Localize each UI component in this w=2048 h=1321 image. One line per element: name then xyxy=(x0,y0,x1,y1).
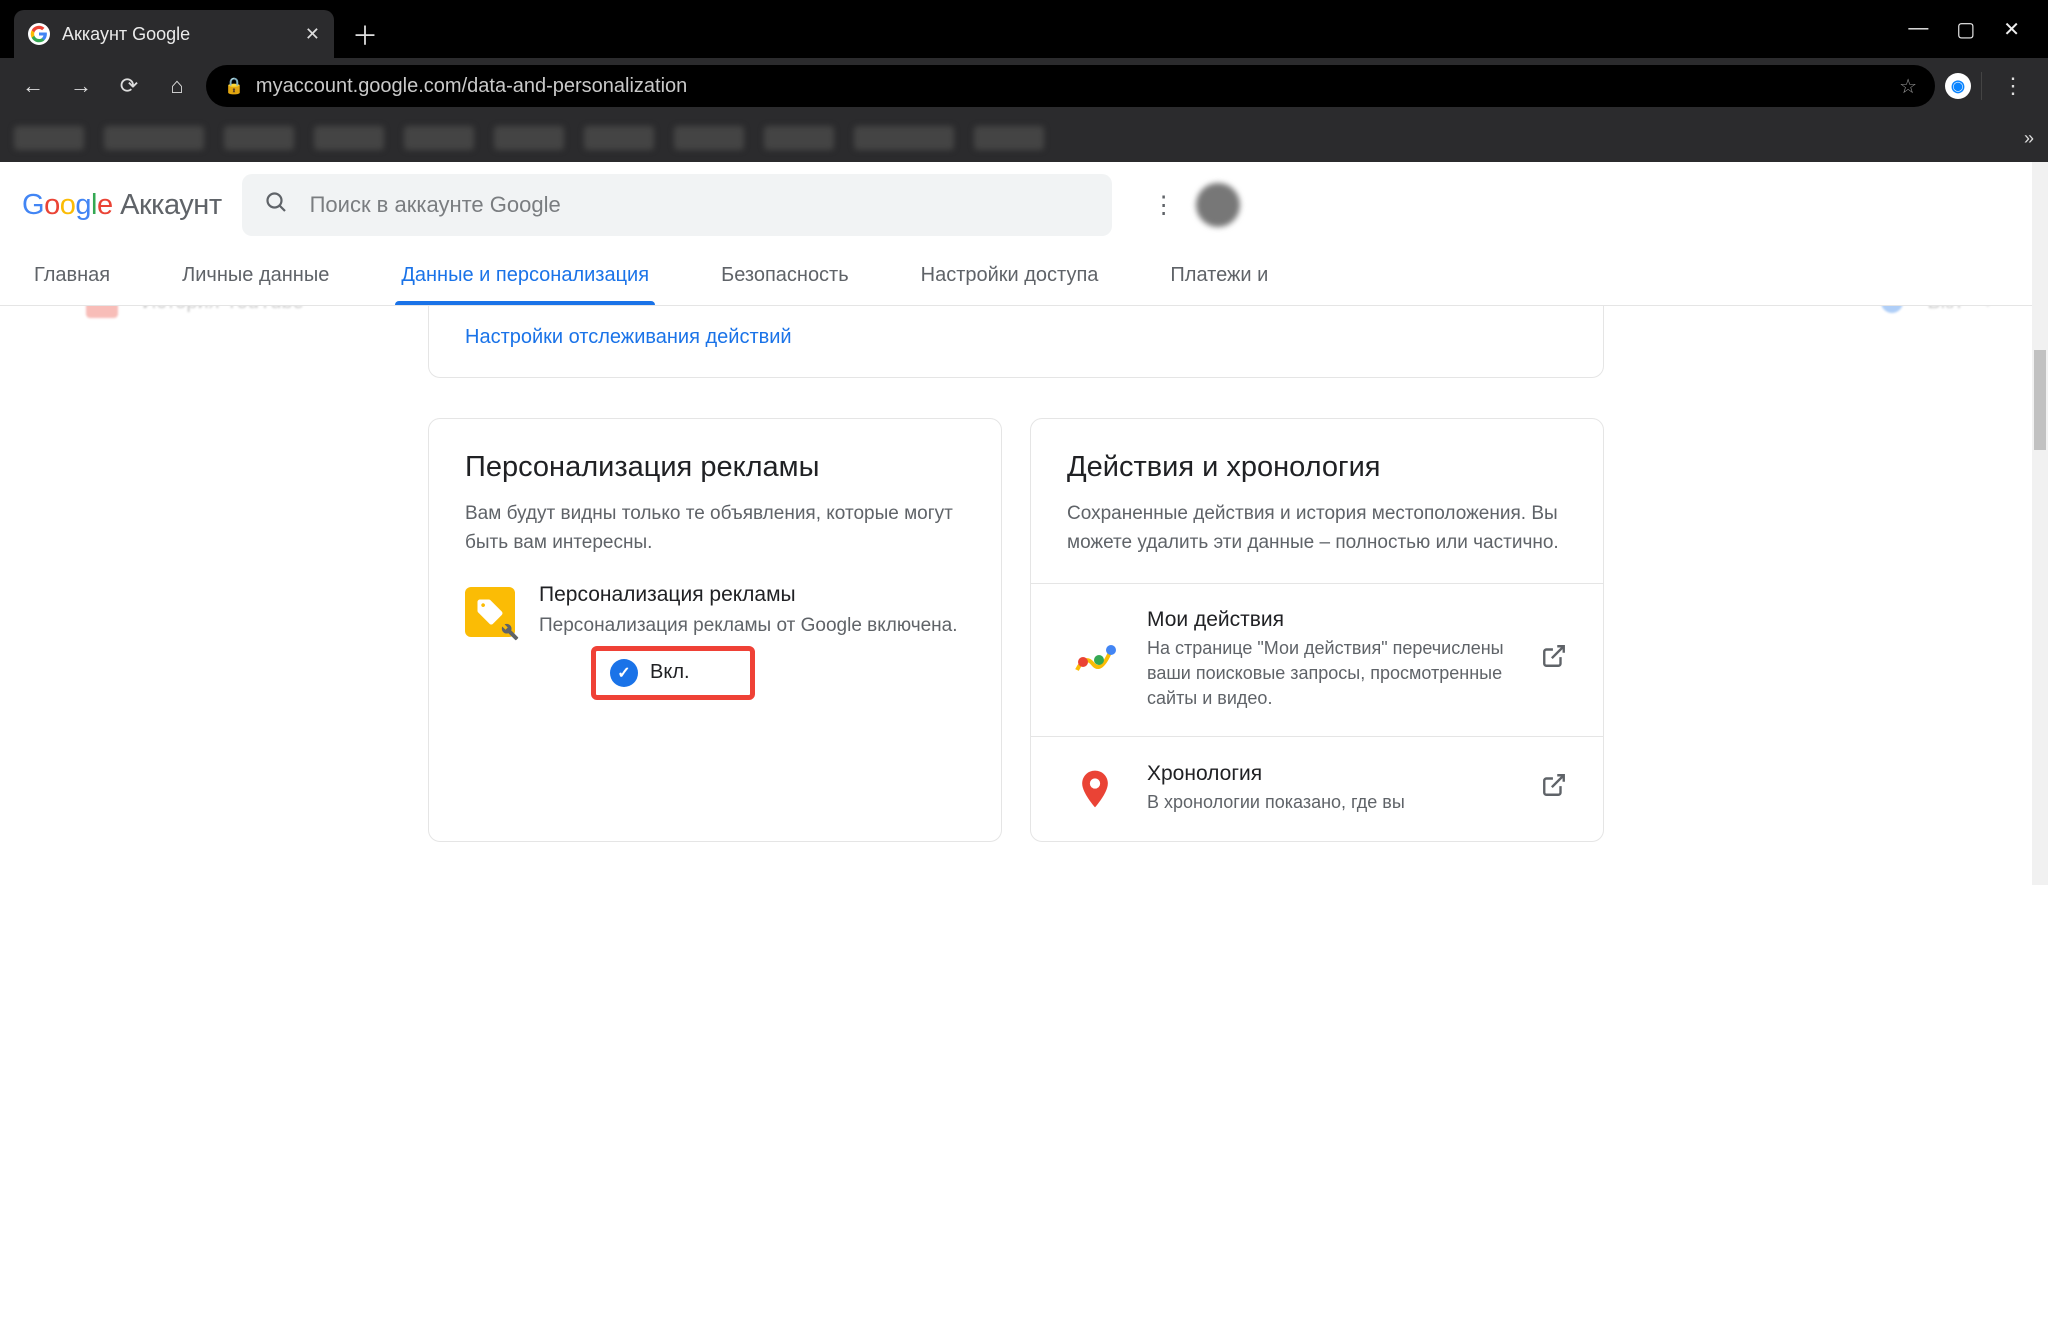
card-description: Сохраненные действия и история местополо… xyxy=(1067,500,1567,557)
activity-graph-icon xyxy=(1067,632,1123,688)
forward-button[interactable]: → xyxy=(62,67,100,105)
lock-icon: 🔒 xyxy=(224,76,244,96)
bookmark-item[interactable] xyxy=(314,126,384,150)
activity-card: Действия и хронология Сохраненные действ… xyxy=(1030,418,1604,842)
minimize-icon[interactable]: — xyxy=(1908,17,1928,42)
ad-item-title: Персонализация рекламы xyxy=(539,583,958,607)
url-field[interactable]: 🔒 myaccount.google.com/data-and-personal… xyxy=(206,65,1935,107)
tab-main[interactable]: Главная xyxy=(28,248,116,305)
bookmark-bar: » xyxy=(0,114,2048,162)
back-button[interactable]: ← xyxy=(14,67,52,105)
status-highlight: ✓ Вкл. xyxy=(591,646,755,700)
titlebar: Аккаунт Google ✕ ＋ — ▢ ✕ xyxy=(0,0,2048,58)
my-activity-item[interactable]: Мои действия На странице "Мои действия" … xyxy=(1031,584,1603,737)
location-pin-icon xyxy=(1067,761,1123,817)
tab-security[interactable]: Безопасность xyxy=(715,248,855,305)
close-icon[interactable]: ✕ xyxy=(2003,17,2020,42)
list-item-title: Хронология xyxy=(1147,762,1517,786)
tab-favicon xyxy=(28,23,50,45)
bookmark-item[interactable] xyxy=(584,126,654,150)
url-text: myaccount.google.com/data-and-personaliz… xyxy=(256,75,1887,98)
address-bar: ← → ⟳ ⌂ 🔒 myaccount.google.com/data-and-… xyxy=(0,58,2048,114)
status-label: Вкл. xyxy=(650,661,690,684)
account-avatar[interactable] xyxy=(1196,183,1240,227)
window-controls: — ▢ ✕ xyxy=(1880,17,2048,42)
browser-chrome: Аккаунт Google ✕ ＋ — ▢ ✕ ← → ⟳ ⌂ 🔒 myacc… xyxy=(0,0,2048,162)
bookmark-item[interactable] xyxy=(764,126,834,150)
divider xyxy=(1981,72,1982,100)
page-content: История ме › История YouTube Вкл › Googl… xyxy=(0,162,2048,885)
tab-payments[interactable]: Платежи и xyxy=(1164,248,1274,305)
google-logo[interactable]: Google Аккаунт xyxy=(22,189,222,222)
ad-personalization-item[interactable]: Персонализация рекламы Персонализация ре… xyxy=(429,583,1001,730)
list-item-title: Мои действия xyxy=(1147,608,1517,632)
tab-close-icon[interactable]: ✕ xyxy=(305,24,320,45)
card-title: Действия и хронология xyxy=(1067,451,1567,484)
ad-personalization-card: Персонализация рекламы Вам будут видны т… xyxy=(428,418,1002,842)
list-item-subtitle: В хронологии показано, где вы xyxy=(1147,790,1517,815)
bookmark-item[interactable] xyxy=(854,126,954,150)
bookmark-item[interactable] xyxy=(974,126,1044,150)
bookmark-item[interactable] xyxy=(674,126,744,150)
ad-item-subtitle: Персонализация рекламы от Google включен… xyxy=(539,613,958,640)
home-button[interactable]: ⌂ xyxy=(158,67,196,105)
new-tab-button[interactable]: ＋ xyxy=(352,16,378,53)
bookmark-overflow-icon[interactable]: » xyxy=(2024,128,2034,149)
card-title: Персонализация рекламы xyxy=(465,451,965,484)
account-search[interactable]: Поиск в аккаунте Google xyxy=(242,174,1112,236)
open-external-icon xyxy=(1541,772,1567,805)
chrome-menu-icon[interactable]: ⋮ xyxy=(1992,73,2034,99)
maximize-icon[interactable]: ▢ xyxy=(1956,17,1975,42)
bookmark-item[interactable] xyxy=(404,126,474,150)
card-description: Вам будут видны только те объявления, ко… xyxy=(465,500,965,557)
nav-tabs: Главная Личные данные Данные и персонали… xyxy=(0,248,2032,306)
reload-button[interactable]: ⟳ xyxy=(110,67,148,105)
open-external-icon xyxy=(1541,643,1567,676)
apps-menu-icon[interactable]: ⋮ xyxy=(1152,191,1176,220)
tab-title: Аккаунт Google xyxy=(62,24,293,45)
search-icon xyxy=(264,190,288,221)
scrollbar-thumb[interactable] xyxy=(2034,350,2046,450)
tab-data-personalization[interactable]: Данные и персонализация xyxy=(395,248,655,305)
tab-sharing[interactable]: Настройки доступа xyxy=(915,248,1105,305)
bookmark-item[interactable] xyxy=(104,126,204,150)
bookmark-star-icon[interactable]: ☆ xyxy=(1899,74,1917,99)
bookmark-item[interactable] xyxy=(224,126,294,150)
google-header: Google Аккаунт Поиск в аккаунте Google ⋮ xyxy=(0,162,2032,248)
search-placeholder: Поиск в аккаунте Google xyxy=(310,192,561,218)
logo-suffix: Аккаунт xyxy=(120,189,221,221)
bookmark-item[interactable] xyxy=(14,126,84,150)
content-scroll[interactable]: Настройки отслеживания действий Персонал… xyxy=(0,306,2032,863)
extension-icon[interactable]: ◉ xyxy=(1945,73,1971,99)
bookmark-item[interactable] xyxy=(494,126,564,150)
browser-tab[interactable]: Аккаунт Google ✕ xyxy=(14,10,334,58)
check-icon: ✓ xyxy=(610,659,638,687)
tab-personal[interactable]: Личные данные xyxy=(176,248,335,305)
list-item-subtitle: На странице "Мои действия" перечислены в… xyxy=(1147,636,1517,712)
scrollbar[interactable] xyxy=(2032,162,2048,885)
timeline-item[interactable]: Хронология В хронологии показано, где вы xyxy=(1031,737,1603,841)
ad-tag-icon xyxy=(465,587,515,637)
